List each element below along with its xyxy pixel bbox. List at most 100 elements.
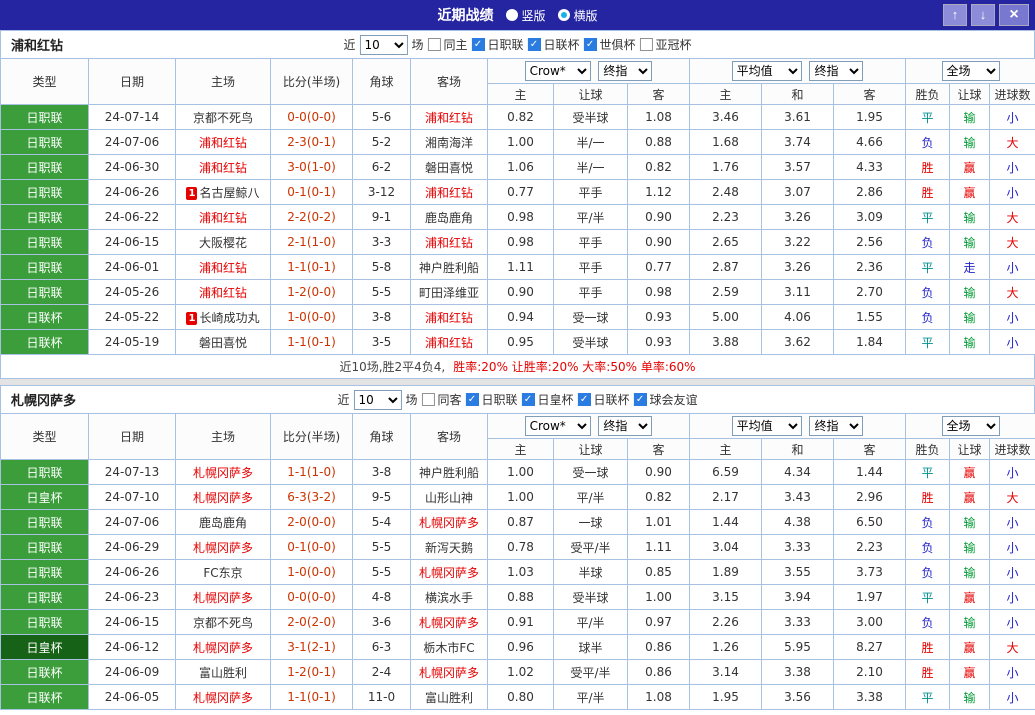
move-down-button[interactable]: ↓ — [971, 4, 995, 26]
filter-checkbox[interactable]: ✓日职联 — [465, 391, 517, 408]
handicap-outcome-cell: 赢 — [950, 660, 990, 685]
filter-checkbox[interactable]: ✓日皇杯 — [522, 391, 574, 408]
filter-checkbox[interactable]: ✓日联杯 — [578, 391, 630, 408]
team-name: 札幌冈萨多 — [193, 641, 253, 655]
odds-away-cell: 0.86 — [628, 660, 690, 685]
filter-checkbox[interactable]: ✓日职联 — [471, 36, 523, 53]
radio-label: 横版 — [574, 7, 598, 24]
odds-handicap-cell: 平/半 — [554, 485, 628, 510]
date-cell: 24-06-26 — [89, 560, 176, 585]
date-cell: 24-06-30 — [89, 155, 176, 180]
down-arrow-icon: ↓ — [980, 7, 987, 22]
move-up-button[interactable]: ↑ — [943, 4, 967, 26]
filter-checkbox[interactable]: ✓世俱杯 — [584, 36, 636, 53]
odds-provider-select[interactable]: Crow* — [525, 61, 591, 81]
team-name: 鹿岛鹿角 — [199, 516, 247, 530]
odds-stage-select[interactable]: 终指 — [598, 416, 652, 436]
checkbox-label: 日皇杯 — [538, 391, 574, 408]
score-cell: 0-0(0-0) — [271, 105, 353, 130]
match-row: 日职联24-05-26浦和红钻1-2(0-0)5-5町田泽维亚0.90平手0.9… — [1, 280, 1035, 305]
th-outcome: 胜负 — [906, 439, 950, 460]
scope-dropdown-cell: 全场 — [906, 414, 1035, 439]
score-cell: 2-0(0-0) — [271, 510, 353, 535]
match-row: 日职联24-07-06浦和红钻2-3(0-1)5-2湘南海洋1.00半/一0.8… — [1, 130, 1035, 155]
team-name: 横滨水手 — [425, 591, 473, 605]
checkbox-checked-icon: ✓ — [528, 38, 541, 51]
th-odds-home: 主 — [488, 84, 554, 105]
filter-checkbox[interactable]: 亚冠杯 — [640, 36, 692, 53]
date-cell: 24-05-26 — [89, 280, 176, 305]
handicap-outcome-cell: 赢 — [950, 460, 990, 485]
view-mode-radio[interactable]: 横版 — [558, 7, 598, 24]
handicap-outcome-cell: 赢 — [950, 635, 990, 660]
avg-odds-select[interactable]: 平均值 — [732, 61, 802, 81]
avg-stage-select[interactable]: 终指 — [809, 61, 863, 81]
away-team-cell: 浦和红钻 — [411, 230, 488, 255]
filter-checkbox[interactable]: ✓日联杯 — [528, 36, 580, 53]
corners-cell: 5-4 — [353, 510, 411, 535]
outcome-cell: 胜 — [906, 485, 950, 510]
goals-outcome-cell: 小 — [990, 460, 1035, 485]
summary-rates: 胜率:20% 让胜率:20% 大率:50% 单率:60% — [453, 358, 695, 375]
goals-outcome-cell: 小 — [990, 610, 1035, 635]
odds-home-cell: 1.00 — [488, 130, 554, 155]
league-cell: 日职联 — [1, 585, 89, 610]
date-cell: 24-07-13 — [89, 460, 176, 485]
team-name: 新泻天鹅 — [425, 541, 473, 555]
goals-outcome-cell: 小 — [990, 180, 1035, 205]
odds-away-cell: 0.82 — [628, 485, 690, 510]
scope-select[interactable]: 全场 — [942, 416, 1000, 436]
league-cell: 日皇杯 — [1, 485, 89, 510]
avg-stage-select[interactable]: 终指 — [809, 416, 863, 436]
avg-draw-cell: 5.95 — [762, 635, 834, 660]
avg-draw-cell: 3.62 — [762, 330, 834, 355]
avg-away-cell: 1.55 — [834, 305, 906, 330]
odds-handicap-cell: 平/半 — [554, 205, 628, 230]
avg-away-cell: 1.97 — [834, 585, 906, 610]
date-cell: 24-07-06 — [89, 510, 176, 535]
away-team-cell: 浦和红钻 — [411, 305, 488, 330]
odds-provider-select[interactable]: Crow* — [525, 416, 591, 436]
away-team-cell: 札幌冈萨多 — [411, 660, 488, 685]
th-home: 主场 — [176, 59, 271, 105]
avg-away-cell: 2.23 — [834, 535, 906, 560]
odds-home-cell: 0.98 — [488, 230, 554, 255]
corners-cell: 9-1 — [353, 205, 411, 230]
avg-draw-cell: 3.26 — [762, 205, 834, 230]
avg-odds-select[interactable]: 平均值 — [732, 416, 802, 436]
league-cell: 日职联 — [1, 105, 89, 130]
avg-away-cell: 2.96 — [834, 485, 906, 510]
outcome-cell: 平 — [906, 255, 950, 280]
home-team-cell: 浦和红钻 — [176, 255, 271, 280]
odds-home-cell: 1.03 — [488, 560, 554, 585]
away-team-cell: 磐田喜悦 — [411, 155, 488, 180]
view-mode-radio[interactable]: 竖版 — [505, 7, 545, 24]
avg-away-cell: 1.44 — [834, 460, 906, 485]
league-cell: 日职联 — [1, 535, 89, 560]
avg-home-cell: 1.76 — [690, 155, 762, 180]
view-mode-radios: 竖版 横版 — [505, 7, 597, 24]
radio-label: 竖版 — [521, 7, 545, 24]
odds-handicap-cell: 半/一 — [554, 130, 628, 155]
games-count-select[interactable]: 10 — [353, 390, 401, 410]
team2-filter-checkboxes: 同客✓日职联 ✓日皇杯✓日联杯✓球会友谊 — [421, 391, 697, 408]
close-button[interactable]: × — [999, 4, 1029, 26]
filter-checkbox[interactable]: ✓球会友谊 — [634, 391, 698, 408]
avg-home-cell: 3.15 — [690, 585, 762, 610]
scope-select[interactable]: 全场 — [942, 61, 1000, 81]
team-name: FC东京 — [203, 566, 242, 580]
games-count-select[interactable]: 10 — [359, 35, 407, 55]
checkbox-unchecked-icon — [640, 38, 653, 51]
team-name: 京都不死鸟 — [193, 616, 253, 630]
filter-checkbox[interactable]: 同主 — [427, 36, 467, 53]
avg-draw-cell: 3.22 — [762, 230, 834, 255]
avg-away-cell: 2.56 — [834, 230, 906, 255]
filter-checkbox[interactable]: 同客 — [421, 391, 461, 408]
th-odds-handicap: 让球 — [554, 84, 628, 105]
date-cell: 24-06-15 — [89, 610, 176, 635]
avg-draw-cell: 4.06 — [762, 305, 834, 330]
odds-stage-select[interactable]: 终指 — [598, 61, 652, 81]
team-name: 浦和红钻 — [199, 161, 247, 175]
dropdown-header-row: 类型 日期 主场 比分(半场) 角球 客场 Crow* 终指 平均值 终指 全场 — [1, 59, 1035, 84]
handicap-outcome-cell: 输 — [950, 610, 990, 635]
